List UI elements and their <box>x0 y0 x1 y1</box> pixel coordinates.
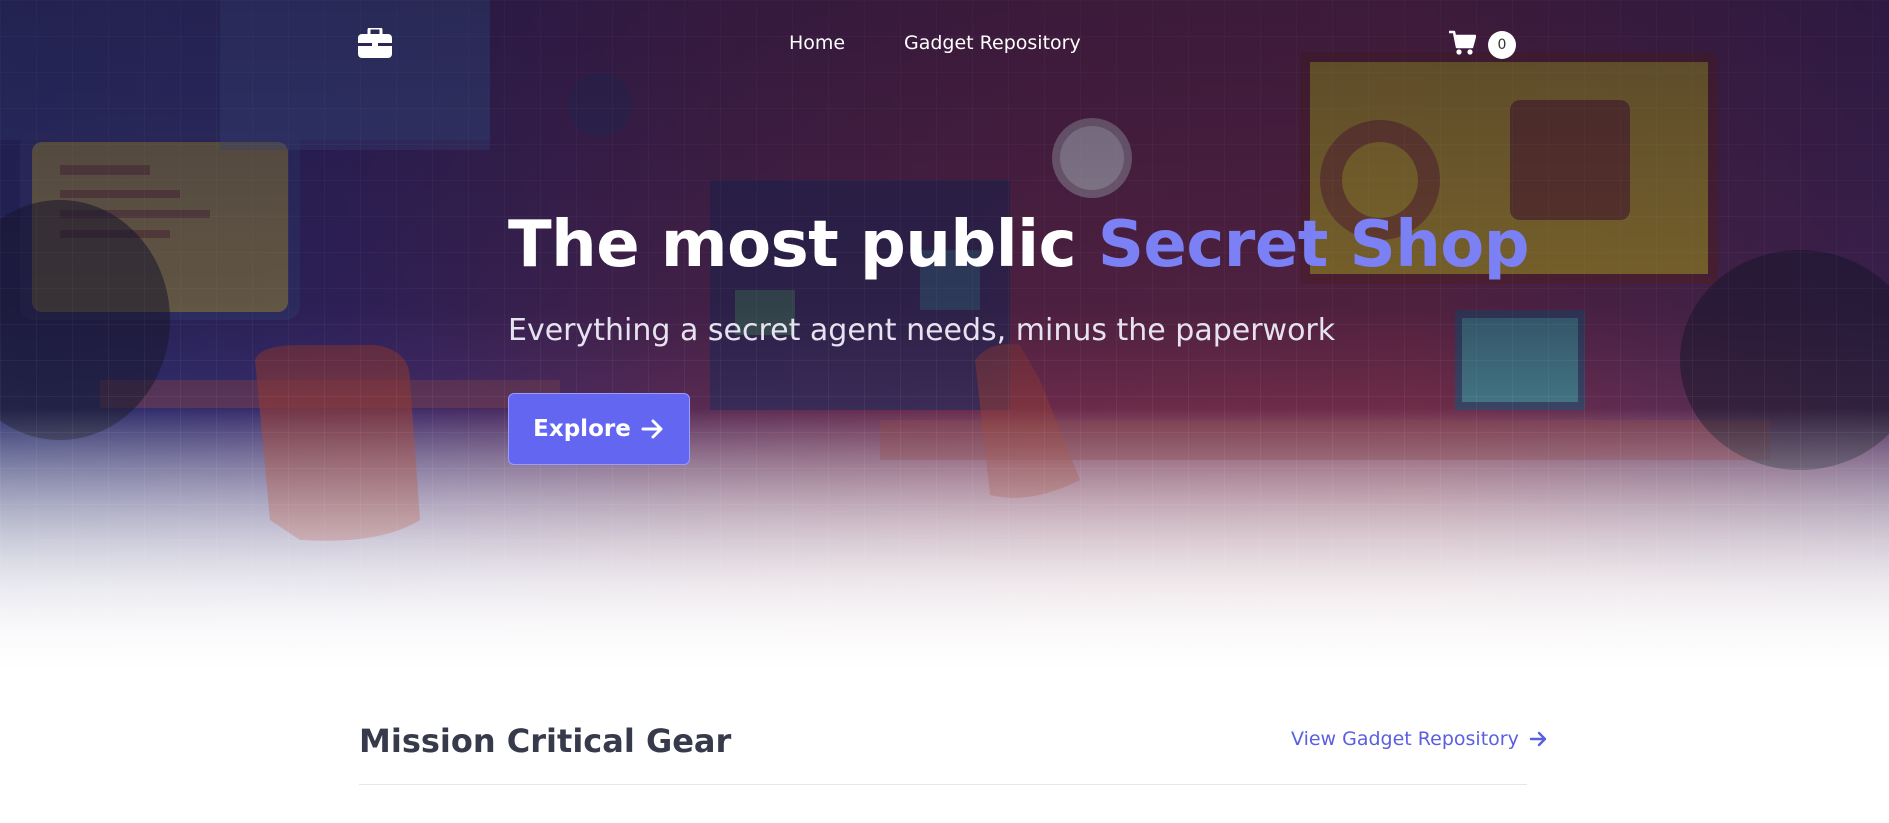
nav-link-gadget-repository[interactable]: Gadget Repository <box>904 32 1081 54</box>
cart-count-badge: 0 <box>1488 31 1516 59</box>
navbar: Home Gadget Repository 0 <box>0 0 1889 90</box>
hero-title-main: The most public <box>508 208 1098 282</box>
hero-title: The most public Secret Shop <box>508 208 1530 282</box>
section-title: Mission Critical Gear <box>359 722 732 760</box>
explore-button[interactable]: Explore <box>508 393 690 465</box>
briefcase-icon[interactable] <box>358 28 392 58</box>
section-link-label: View Gadget Repository <box>1291 728 1519 750</box>
explore-button-label: Explore <box>533 416 631 442</box>
hero-subtitle: Everything a secret agent needs, minus t… <box>508 313 1336 348</box>
nav-link-home[interactable]: Home <box>789 32 845 54</box>
view-gadget-repository-link[interactable]: View Gadget Repository <box>1291 728 1549 750</box>
section-divider <box>359 784 1527 785</box>
hero-title-accent: Secret Shop <box>1097 208 1530 282</box>
arrow-right-icon <box>1529 731 1547 747</box>
cart-button[interactable]: 0 <box>1448 30 1516 60</box>
arrow-right-icon <box>641 419 663 439</box>
shopping-cart-icon <box>1449 30 1476 55</box>
